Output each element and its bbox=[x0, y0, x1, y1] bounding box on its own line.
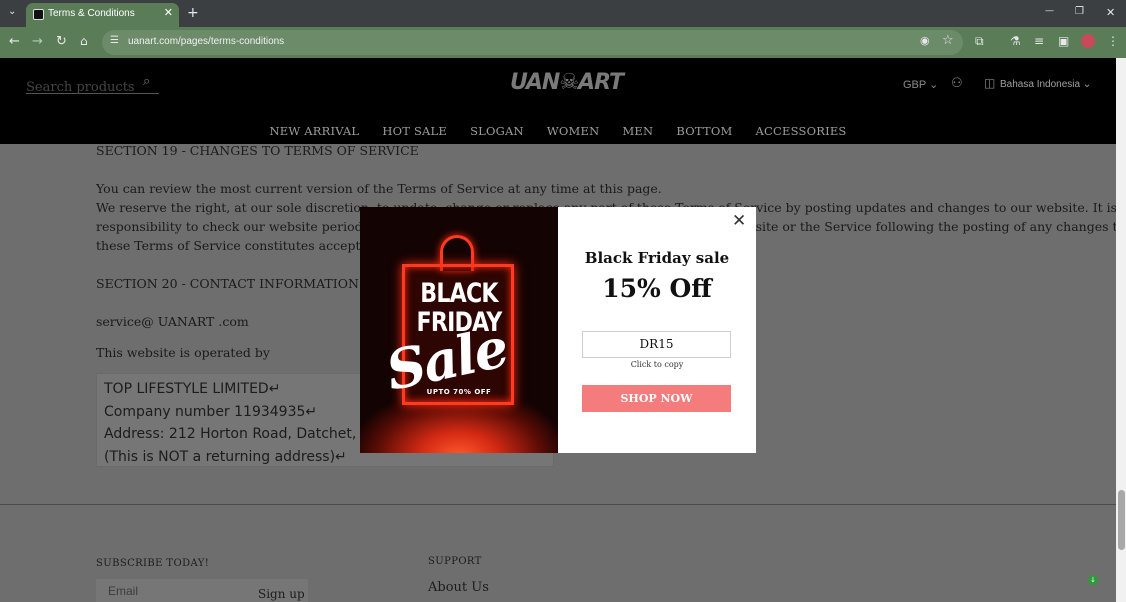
window-restore-button[interactable]: ❐ bbox=[1075, 7, 1084, 17]
popup-discount: 15% Off bbox=[602, 274, 712, 303]
contact-email: service@ UANART .com bbox=[96, 314, 249, 329]
eye-off-icon[interactable]: ◉ bbox=[920, 35, 930, 46]
section19-paragraph-1: You can review the most current version … bbox=[96, 181, 662, 196]
site-header: ⌕ UAN☠ART GBP ⌄ ⚇ ◫ Bahasa Indonesia ⌄ N… bbox=[0, 58, 1116, 144]
newsletter-email-input[interactable] bbox=[108, 584, 228, 598]
window-close-button[interactable]: ✕ bbox=[1106, 7, 1115, 18]
tab-close-icon[interactable]: ✕ bbox=[164, 6, 173, 19]
address-bar[interactable]: ☰ uanart.com/pages/terms-conditions ◉ ☆ bbox=[102, 30, 963, 55]
support-heading: SUPPORT bbox=[428, 556, 482, 567]
banner-upto-text: UPTO 70% OFF bbox=[426, 388, 492, 396]
forward-arrow-icon[interactable]: → bbox=[32, 35, 43, 48]
section20-heading: SECTION 20 - CONTACT INFORMATION bbox=[96, 276, 359, 291]
browser-tab-strip: ⌄ Terms & Conditions ✕ + — ❐ ✕ bbox=[0, 0, 1126, 27]
popup-title: Black Friday sale bbox=[584, 249, 730, 267]
download-indicator-icon[interactable]: ↓ bbox=[1088, 575, 1098, 585]
black-friday-banner-image: BLACK FRIDAY Sale UPTO 70% OFF bbox=[360, 207, 558, 453]
copy-hint: Click to copy bbox=[630, 360, 684, 369]
nav-men[interactable]: MEN bbox=[622, 124, 653, 138]
browser-toolbar: ← → ↻ ⌂ ☰ uanart.com/pages/terms-conditi… bbox=[0, 27, 1126, 58]
nav-bottom[interactable]: BOTTOM bbox=[676, 124, 732, 138]
labs-flask-icon[interactable]: ⚗ bbox=[1010, 35, 1021, 47]
footer-divider bbox=[0, 504, 1116, 505]
media-queue-icon[interactable]: ≡ bbox=[1034, 35, 1044, 47]
tab-title: Terms & Conditions bbox=[48, 8, 135, 19]
nav-women[interactable]: WOMEN bbox=[547, 124, 599, 138]
language-selector[interactable]: Bahasa Indonesia ⌄ bbox=[1000, 79, 1091, 90]
nav-new-arrival[interactable]: NEW ARRIVAL bbox=[270, 124, 360, 138]
search-icon[interactable]: ⌕ bbox=[143, 74, 150, 89]
profile-avatar[interactable] bbox=[1081, 34, 1095, 48]
cart-bag-icon[interactable]: ◫ bbox=[984, 76, 995, 90]
discount-code-box[interactable]: DR15 bbox=[582, 331, 731, 358]
shop-now-button[interactable]: SHOP NOW bbox=[582, 385, 731, 412]
browser-tab-active[interactable]: Terms & Conditions ✕ bbox=[26, 3, 179, 27]
tab-search-chevron-icon[interactable]: ⌄ bbox=[8, 7, 16, 17]
product-search: ⌕ bbox=[26, 74, 159, 95]
bookmark-star-icon[interactable]: ☆ bbox=[942, 34, 954, 47]
subscribe-heading: SUBSCRIBE TODAY! bbox=[96, 558, 210, 569]
site-info-icon[interactable]: ☰ bbox=[110, 36, 119, 46]
section19-heading: SECTION 19 - CHANGES TO TERMS OF SERVICE bbox=[96, 143, 419, 158]
nav-accessories[interactable]: ACCESSORIES bbox=[756, 124, 847, 138]
back-arrow-icon[interactable]: ← bbox=[9, 35, 20, 48]
popup-close-icon[interactable]: ✕ bbox=[732, 211, 746, 231]
nav-slogan[interactable]: SLOGAN bbox=[470, 124, 524, 138]
currency-selector[interactable]: GBP ⌄ bbox=[903, 78, 938, 91]
window-minimize-button[interactable]: — bbox=[1045, 7, 1054, 16]
about-us-link[interactable]: About Us bbox=[428, 580, 489, 595]
promo-popup: BLACK FRIDAY Sale UPTO 70% OFF ✕ Black F… bbox=[360, 207, 756, 453]
search-input[interactable] bbox=[26, 80, 136, 95]
new-tab-button[interactable]: + bbox=[187, 6, 199, 20]
scrollbar-thumb[interactable] bbox=[1118, 490, 1125, 550]
operated-by-text: This website is operated by bbox=[96, 345, 270, 360]
account-user-icon[interactable]: ⚇ bbox=[951, 76, 963, 91]
signup-button[interactable]: Sign up bbox=[258, 587, 305, 601]
side-panel-icon[interactable]: ▣ bbox=[1058, 35, 1069, 47]
reload-icon[interactable]: ↻ bbox=[56, 35, 67, 48]
site-logo[interactable]: UAN☠ART bbox=[510, 70, 624, 95]
menu-kebab-icon[interactable]: ⋮ bbox=[1107, 35, 1119, 47]
url-text[interactable]: uanart.com/pages/terms-conditions bbox=[128, 36, 284, 47]
nav-hot-sale[interactable]: HOT SALE bbox=[382, 124, 447, 138]
main-nav: NEW ARRIVAL HOT SALE SLOGAN WOMEN MEN BO… bbox=[0, 120, 1116, 139]
site-favicon-icon bbox=[33, 9, 44, 20]
extensions-icon[interactable]: ⧉ bbox=[975, 35, 984, 47]
home-icon[interactable]: ⌂ bbox=[80, 35, 88, 47]
